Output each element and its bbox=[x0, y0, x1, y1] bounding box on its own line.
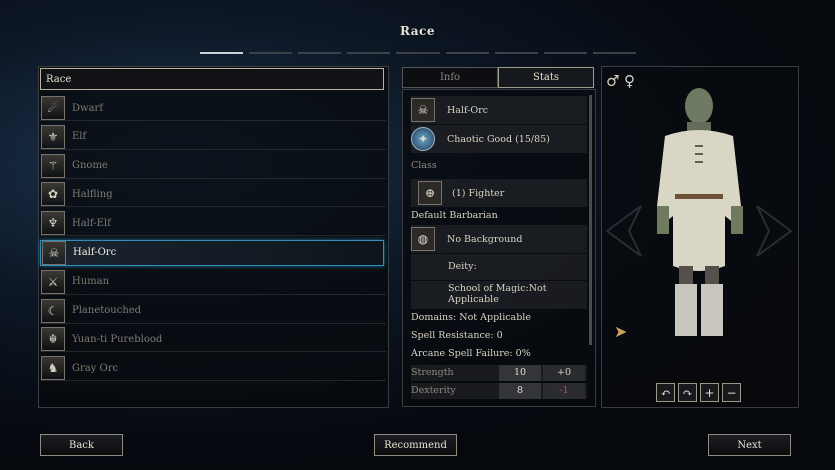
race-label: Dwarf bbox=[72, 102, 104, 114]
progress-step bbox=[298, 52, 342, 54]
zoom-out-icon[interactable]: − bbox=[722, 383, 741, 402]
character-model bbox=[605, 88, 793, 336]
race-label: Planetouched bbox=[72, 305, 142, 317]
alignment-icon: ✦ bbox=[411, 127, 435, 151]
race-item[interactable]: ⚚ Gnome bbox=[40, 153, 386, 179]
progress-step bbox=[396, 52, 440, 54]
spell-resistance: Spell Resistance: 0 bbox=[411, 330, 503, 341]
race-label: Elf bbox=[72, 131, 87, 143]
background-row[interactable]: ◍ No Background bbox=[411, 227, 522, 251]
race-icon: ☬ bbox=[41, 327, 65, 352]
ability-name: Strength bbox=[411, 367, 454, 378]
class-value: (1) Fighter bbox=[452, 187, 505, 199]
race-label: Human bbox=[72, 276, 110, 288]
alignment-value: Chaotic Good (15/85) bbox=[447, 133, 550, 145]
race-label: Half-Elf bbox=[72, 217, 111, 229]
ability-value: 8 bbox=[499, 383, 541, 399]
recommend-button[interactable]: Recommend bbox=[374, 434, 457, 456]
ability-modifier: +0 bbox=[543, 365, 585, 381]
deity-label: Deity: bbox=[448, 261, 477, 272]
race-icon: ✿ bbox=[41, 182, 65, 207]
race-item[interactable]: ✿ Halfling bbox=[40, 182, 386, 208]
back-button[interactable]: Back bbox=[40, 434, 123, 456]
race-label: Half-Orc bbox=[73, 247, 117, 259]
screen-title: Race bbox=[400, 24, 435, 38]
school-of-magic: School of Magic:Not Applicable bbox=[448, 283, 547, 305]
tab-stats[interactable]: Stats bbox=[498, 67, 594, 88]
race-label: Halfling bbox=[72, 188, 113, 200]
half-orc-icon: ☠ bbox=[411, 98, 435, 122]
stats-scrollbar[interactable] bbox=[589, 95, 592, 345]
ability-name: Dexterity bbox=[411, 385, 456, 396]
race-list-header: Race bbox=[40, 68, 384, 90]
race-item[interactable]: ☠ Half-Orc bbox=[40, 239, 384, 266]
fighter-class-icon: ⊕ bbox=[418, 181, 442, 205]
race-icon: ☠ bbox=[42, 240, 66, 265]
progress-step bbox=[200, 52, 244, 54]
tab-bar: Info Stats bbox=[402, 67, 594, 88]
arcane-spell-failure: Arcane Spell Failure: 0% bbox=[411, 348, 531, 359]
rotate-right-icon[interactable]: ↷ bbox=[678, 383, 697, 402]
race-item[interactable]: ☬ Yuan-ti Pureblood bbox=[40, 327, 386, 353]
race-item[interactable]: ☾ Planetouched bbox=[40, 298, 386, 324]
zoom-in-icon[interactable]: + bbox=[700, 383, 719, 402]
class-heading: Class bbox=[411, 160, 437, 171]
race-icon: ☾ bbox=[41, 298, 65, 323]
race-icon: ♞ bbox=[41, 356, 65, 381]
background-value: No Background bbox=[447, 233, 523, 245]
stats-panel: ☠ Half-Orc ✦ Chaotic Good (15/85) Class … bbox=[402, 89, 596, 407]
race-label: Gray Orc bbox=[72, 362, 119, 374]
class-row[interactable]: ⊕ (1) Fighter bbox=[418, 181, 504, 205]
tab-info[interactable]: Info bbox=[402, 67, 498, 88]
progress-step bbox=[249, 52, 293, 54]
camera-controls: ↶ ↷ + − bbox=[656, 383, 741, 402]
race-item[interactable]: ⚔ Human bbox=[40, 269, 386, 295]
race-icon: ⚚ bbox=[41, 153, 65, 178]
progress-step bbox=[592, 52, 636, 54]
ability-value: 10 bbox=[499, 365, 541, 381]
race-item[interactable]: ♆ Half-Elf bbox=[40, 211, 386, 237]
race-label: Gnome bbox=[72, 160, 108, 172]
progress-steps bbox=[200, 52, 636, 54]
race-list: ☄ Dwarf ⚜ Elf ⚚ Gnome ✿ Halfling ♆ Half-Elf ☠ Half-… bbox=[40, 96, 386, 385]
rotate-left-icon[interactable]: ↶ bbox=[656, 383, 675, 402]
background-icon: ◍ bbox=[411, 227, 435, 251]
race-icon: ⚜ bbox=[41, 124, 65, 149]
race-icon: ☄ bbox=[41, 96, 65, 120]
race-item[interactable]: ♞ Gray Orc bbox=[40, 356, 386, 382]
race-icon: ⚔ bbox=[41, 269, 65, 294]
progress-step bbox=[494, 52, 538, 54]
race-item[interactable]: ☄ Dwarf bbox=[40, 96, 386, 121]
race-icon: ♆ bbox=[41, 211, 65, 236]
alignment-row[interactable]: ✦ Chaotic Good (15/85) bbox=[411, 127, 550, 151]
progress-step bbox=[347, 52, 391, 54]
race-row: ☠ Half-Orc bbox=[411, 98, 488, 122]
progress-step bbox=[543, 52, 587, 54]
ability-modifier: -1 bbox=[543, 383, 585, 399]
race-name: Half-Orc bbox=[447, 104, 489, 116]
race-item[interactable]: ⚜ Elf bbox=[40, 124, 386, 150]
default-package: Default Barbarian bbox=[411, 210, 498, 221]
race-label: Yuan-ti Pureblood bbox=[72, 333, 163, 345]
cursor-icon: ➤ bbox=[614, 322, 628, 341]
progress-step bbox=[445, 52, 489, 54]
next-button[interactable]: Next bbox=[708, 434, 791, 456]
domains: Domains: Not Applicable bbox=[411, 312, 531, 323]
